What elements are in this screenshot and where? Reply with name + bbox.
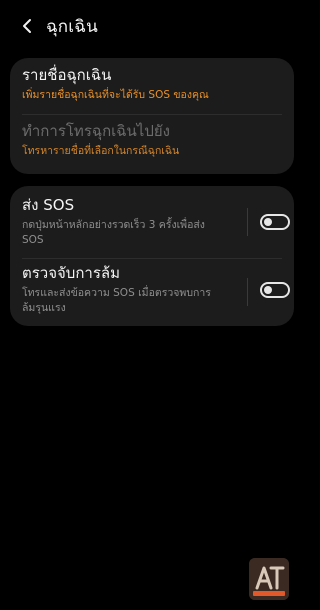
- switch-separator: [247, 278, 248, 306]
- fall-detection-subtitle: โทรและส่งข้อความ SOS เมื่อตรวจพบการล้มรุ…: [22, 287, 211, 314]
- emergency-contacts-row[interactable]: รายชื่อฉุกเฉิน เพิ่มรายชื่อฉุกเฉินที่จะไ…: [10, 65, 294, 103]
- send-sos-title: ส่ง SOS: [22, 196, 75, 214]
- emergency-call-subtitle: โทรหารายชื่อที่เลือกในกรณีฉุกเฉิน: [22, 145, 180, 157]
- send-sos-toggle[interactable]: [260, 214, 290, 230]
- app-header: ฉุกเฉิน: [0, 0, 304, 52]
- watermark-logo-icon: [249, 558, 289, 600]
- toggle-knob: [264, 218, 272, 226]
- fall-detection-title: ตรวจจับการล้ม: [22, 264, 120, 282]
- divider: [22, 114, 282, 115]
- back-chevron-icon: [23, 19, 31, 33]
- divider: [22, 258, 282, 259]
- back-button[interactable]: [18, 17, 36, 35]
- send-sos-subtitle: กดปุ่มหน้าหลักอย่างรวดเร็ว 3 ครั้งเพื่อส…: [22, 219, 205, 246]
- emergency-call-title: ทำการโทรฉุกเฉินไปยัง: [22, 122, 170, 140]
- toggle-knob: [264, 286, 272, 294]
- watermark-logo: [249, 558, 289, 600]
- emergency-contacts-card: รายชื่อฉุกเฉิน เพิ่มรายชื่อฉุกเฉินที่จะไ…: [10, 58, 294, 174]
- emergency-contacts-title: รายชื่อฉุกเฉิน: [22, 66, 112, 84]
- send-sos-row[interactable]: ส่ง SOS กดปุ่มหน้าหลักอย่างรวดเร็ว 3 ครั…: [10, 195, 294, 248]
- page-title: ฉุกเฉิน: [46, 16, 98, 37]
- sos-settings-card: ส่ง SOS กดปุ่มหน้าหลักอย่างรวดเร็ว 3 ครั…: [10, 186, 294, 326]
- fall-detection-row[interactable]: ตรวจจับการล้ม โทรและส่งข้อความ SOS เมื่อ…: [10, 263, 294, 316]
- emergency-contacts-subtitle: เพิ่มรายชื่อฉุกเฉินที่จะได้รับ SOS ของคุ…: [22, 89, 209, 101]
- fall-detection-toggle[interactable]: [260, 282, 290, 298]
- emergency-call-row[interactable]: ทำการโทรฉุกเฉินไปยัง โทรหารายชื่อที่เลือ…: [10, 121, 294, 159]
- switch-separator: [247, 208, 248, 236]
